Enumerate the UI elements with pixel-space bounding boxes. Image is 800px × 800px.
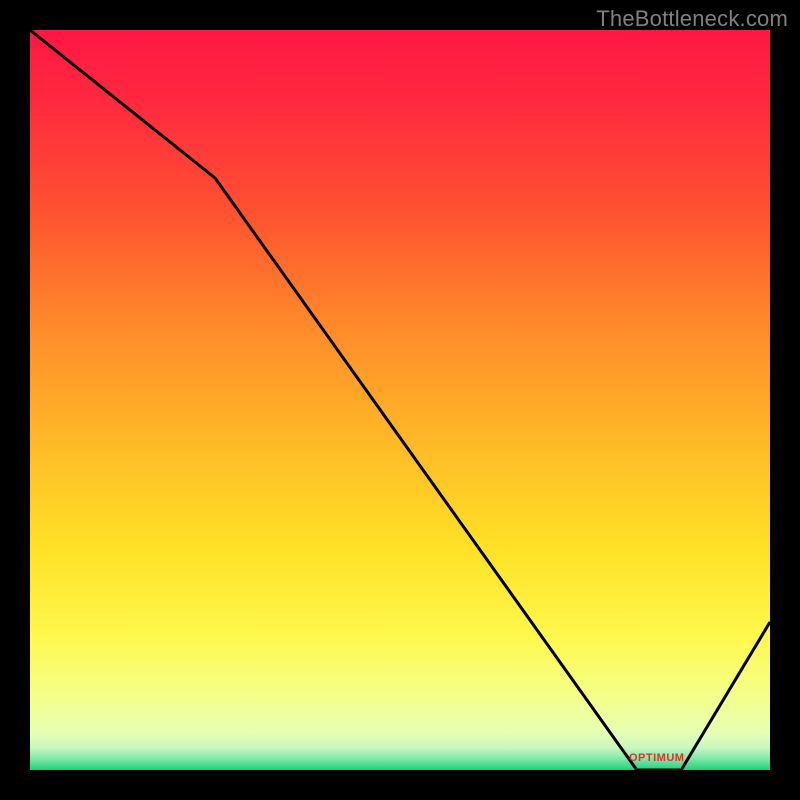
- gradient-background: [30, 30, 770, 770]
- plot-area: [30, 30, 770, 770]
- optimum-annotation: OPTIMUM: [629, 752, 684, 764]
- chart-svg: [30, 30, 770, 770]
- chart-canvas: TheBottleneck.com OPTIMUM: [0, 0, 800, 800]
- watermark-text: TheBottleneck.com: [596, 6, 788, 32]
